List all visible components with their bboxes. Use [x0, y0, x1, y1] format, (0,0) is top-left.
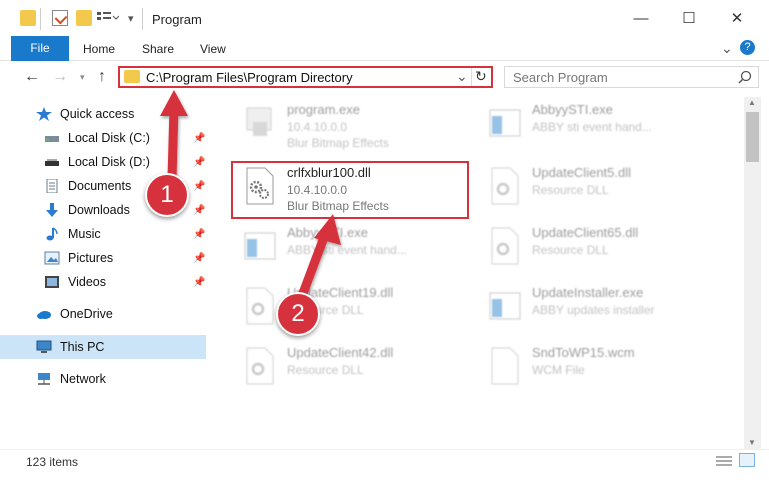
callout-badge-2: 2 — [276, 292, 320, 336]
annotation-arrows — [160, 90, 341, 301]
callout-badge-1: 1 — [145, 173, 189, 217]
